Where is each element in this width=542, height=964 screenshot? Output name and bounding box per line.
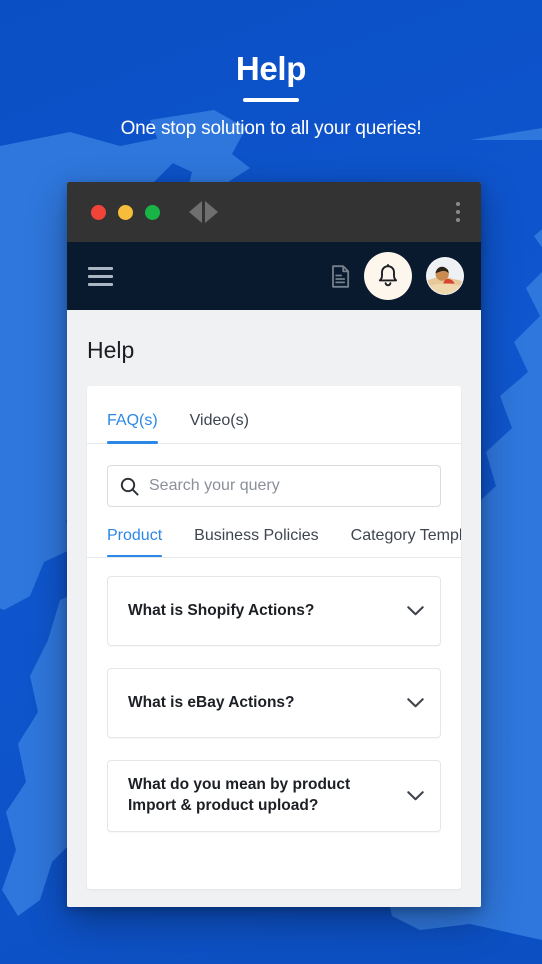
category-tab-category-template[interactable]: Category Template — [351, 527, 461, 557]
tab-videos[interactable]: Video(s) — [190, 412, 249, 443]
chevron-down-icon[interactable] — [407, 791, 424, 801]
category-tab-business-policies[interactable]: Business Policies — [194, 527, 319, 557]
faq-question: What is Shopify Actions? — [128, 601, 315, 619]
help-page-heading: Help — [87, 337, 135, 363]
search-section — [87, 444, 461, 507]
browser-titlebar — [67, 182, 481, 242]
chevron-down-icon[interactable] — [407, 698, 424, 708]
more-options-icon[interactable] — [456, 202, 460, 222]
faq-question: What do you mean by product Import & pro… — [128, 776, 351, 814]
faq-list: What is Shopify Actions? What is eBay Ac… — [87, 558, 461, 832]
maximize-window-button[interactable] — [145, 204, 160, 220]
faq-question: What is eBay Actions? — [128, 693, 295, 711]
avatar[interactable] — [426, 257, 464, 295]
faq-item[interactable]: What do you mean by product Import & pro… — [107, 760, 441, 832]
category-tab-product[interactable]: Product — [107, 527, 163, 557]
forward-arrow-icon[interactable] — [205, 201, 218, 223]
bell-icon — [378, 264, 398, 287]
app-page-body: Help FAQ(s) Video(s) Search your query P… — [67, 310, 481, 907]
help-card: FAQ(s) Video(s) Prod — [87, 386, 461, 889]
app-navbar — [67, 242, 481, 310]
navbar-actions — [331, 252, 464, 300]
search-box[interactable] — [107, 465, 441, 507]
screen: Help One stop solution to all your queri… — [0, 0, 542, 964]
browser-window: Help FAQ(s) Video(s) Search your query P… — [67, 182, 481, 907]
category-tabs: Product Business Policies Category Templ… — [107, 527, 461, 557]
tab-faqs[interactable]: FAQ(s) — [107, 412, 158, 444]
search-input[interactable] — [149, 477, 428, 495]
faq-item[interactable]: What is Shopify Actions? — [107, 576, 441, 646]
page-title: Help — [235, 50, 307, 87]
title-underline — [243, 98, 299, 102]
faq-item[interactable]: What is eBay Actions? — [107, 668, 441, 738]
close-window-button[interactable] — [91, 204, 106, 220]
hero-header: Help One stop solution to all your queri… — [0, 0, 542, 140]
content-type-tabs: FAQ(s) Video(s) — [87, 386, 461, 444]
navigation-arrows — [189, 201, 218, 223]
document-icon[interactable] — [331, 264, 350, 288]
notifications-button[interactable] — [364, 252, 412, 300]
hamburger-menu-icon[interactable] — [88, 266, 113, 286]
category-tabs-scroller[interactable]: Product Business Policies Category Templ… — [87, 527, 461, 558]
search-icon — [120, 477, 139, 496]
back-arrow-icon[interactable] — [189, 201, 202, 223]
minimize-window-button[interactable] — [118, 204, 133, 220]
window-controls — [91, 204, 160, 220]
chevron-down-icon[interactable] — [407, 606, 424, 616]
hero-subtitle: One stop solution to all your queries! — [120, 118, 422, 139]
